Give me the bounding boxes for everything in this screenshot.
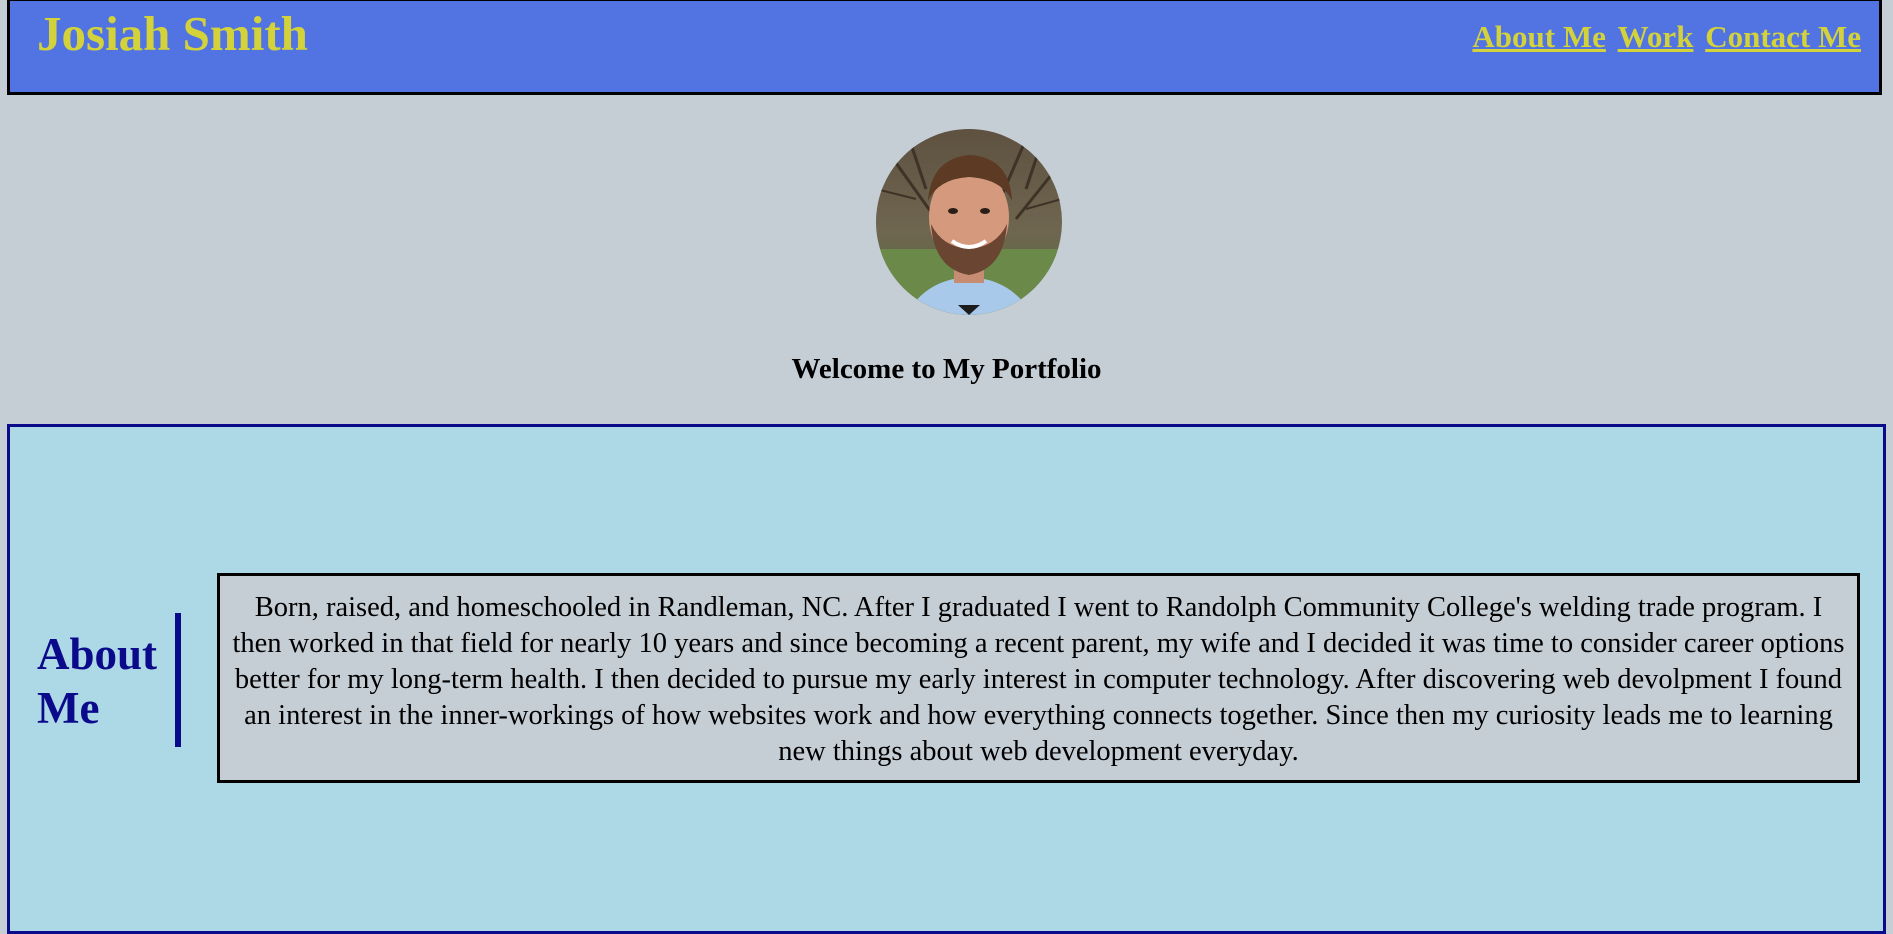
main-nav: About Me Work Contact Me [1468,19,1861,55]
welcome-heading: Welcome to My Portfolio [791,353,1102,385]
bio-text: Born, raised, and homeschooled in Randle… [217,573,1860,783]
profile-photo [876,129,1062,315]
site-name: Josiah Smith [37,6,308,61]
hero-section: Welcome to My Portfolio [0,95,1893,425]
nav-link-contact-me[interactable]: Contact Me [1705,19,1861,54]
site-header: Josiah Smith About Me Work Contact Me [7,0,1882,95]
nav-link-work[interactable]: Work [1618,19,1694,54]
nav-link-about-me[interactable]: About Me [1472,19,1605,54]
about-divider [175,613,181,747]
about-heading: About Me [37,629,158,733]
about-section: About Me Born, raised, and homeschooled … [7,424,1886,934]
